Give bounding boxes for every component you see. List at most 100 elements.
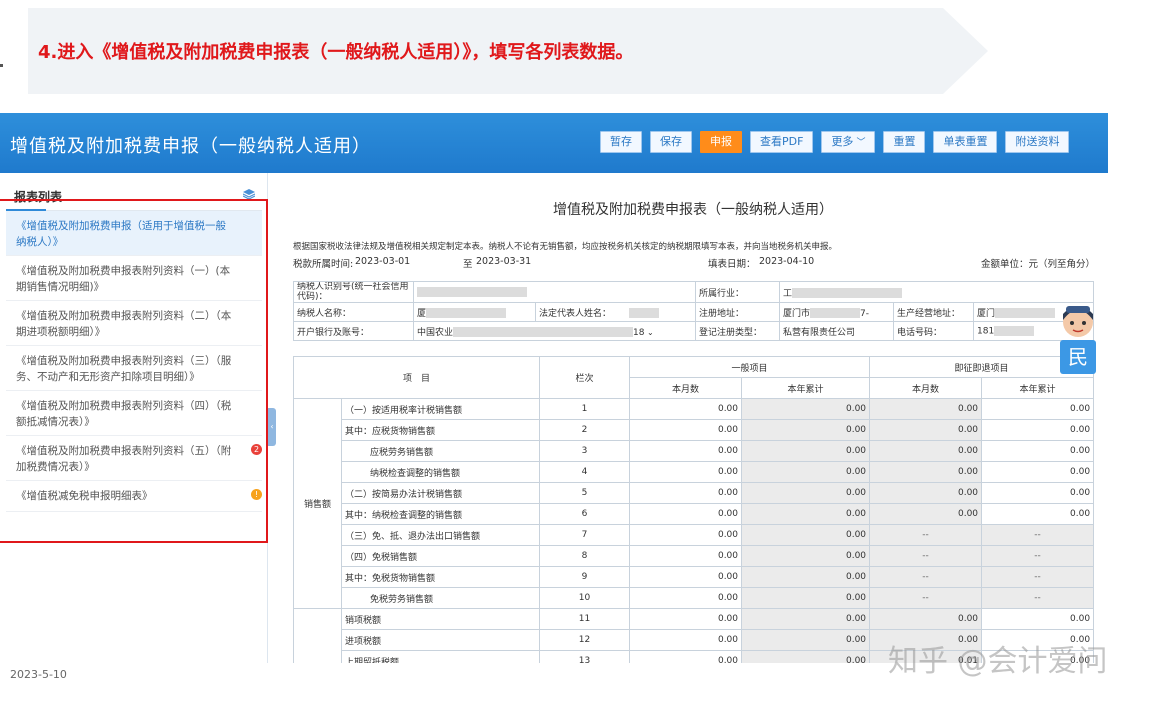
refund-month-cell[interactable]: 0.00 [869,461,983,483]
general-year-cell[interactable]: 0.00 [741,545,871,567]
taxpayer-id-field[interactable] [413,281,696,303]
form-notice: 根据国家税收法律法规及增值税相关规定制定本表。纳税人不论有无销售额，均应按税务机… [293,242,838,252]
general-month-cell[interactable]: 0.00 [629,419,743,441]
refund-year-cell[interactable]: 0.00 [981,398,1095,420]
period-end-value: 2023-03-31 [476,256,532,267]
general-month-cell[interactable]: 0.00 [629,503,743,525]
taxpayer-name-value: 厦 [417,308,427,319]
row-label: （三）免、抵、退办法出口销售额 [340,524,541,546]
period-row: 税款所属时间: 2023-03-01 至 2023-03-31 填表日期： 20… [293,256,1095,272]
refund-month-cell[interactable]: 0.00 [869,503,983,525]
row-line-number: 3 [539,440,631,462]
general-month-cell[interactable]: 0.00 [629,461,743,483]
row-line-number: 5 [539,482,631,504]
reg-type-value: 私营有限责任公司 [779,321,894,341]
attach-materials-button[interactable]: 附送资料 [1005,131,1070,153]
row-label: 上期留抵税额 [340,650,541,663]
reg-address-suffix: 7- [860,308,869,319]
general-year-cell[interactable]: 0.00 [741,650,871,663]
table-row: 其中：免税货物销售额 9 0.00 0.00 -- -- [294,566,1095,588]
row-line-number: 2 [539,419,631,441]
refund-month-cell[interactable]: 0.00 [869,440,983,462]
col-header-refund-month: 本月数 [869,377,983,399]
chevron-down-icon: ⌄ [644,327,654,337]
reg-type-label: 登记注册类型： [695,321,780,341]
general-month-cell[interactable]: 0.00 [629,587,743,609]
collapse-panel-handle[interactable]: ‹ [268,408,276,446]
assistant-button[interactable]: 民 [1060,340,1096,374]
biz-address-value: 厦门 [977,308,996,319]
refund-month-cell[interactable]: 0.00 [869,398,983,420]
chevron-left-icon: ‹ [270,422,274,431]
save-button[interactable]: 保存 [650,131,692,153]
industry-label: 所属行业： [695,281,780,303]
general-month-cell[interactable]: 0.00 [629,566,743,588]
row-label: 销项税额 [340,608,541,630]
industry-field[interactable]: 工 [778,281,1095,303]
col-header-line: 栏次 [539,356,631,399]
general-month-cell[interactable]: 0.00 [629,524,743,546]
general-year-cell[interactable]: 0.00 [741,398,871,420]
general-year-cell[interactable]: 0.00 [741,629,871,651]
refund-year-cell[interactable]: 0.00 [981,482,1095,504]
reg-address-label: 注册地址： [695,302,780,322]
refund-year-cell[interactable]: 0.00 [981,440,1095,462]
bank-account-label: 开户银行及账号： [293,321,414,341]
row-label: 应税劳务销售额 [340,440,541,462]
general-month-cell[interactable]: 0.00 [629,482,743,504]
general-year-cell[interactable]: 0.00 [741,524,871,546]
general-month-cell[interactable]: 0.00 [629,398,743,420]
general-year-cell[interactable]: 0.00 [741,440,871,462]
period-label: 税款所属时间: [293,259,354,270]
taxpayer-name-field[interactable]: 厦 [413,302,536,322]
general-month-cell[interactable]: 0.00 [629,545,743,567]
general-year-cell[interactable]: 0.00 [741,608,871,630]
general-year-cell[interactable]: 0.00 [741,482,871,504]
refund-month-cell[interactable]: 0.00 [869,608,983,630]
redacted-value [453,327,634,337]
bank-account-select[interactable]: 中国农业 18 ⌄ [413,321,696,341]
submit-button[interactable]: 申报 [700,131,742,153]
general-month-cell[interactable]: 0.00 [629,650,743,663]
general-year-cell[interactable]: 0.00 [741,419,871,441]
general-year-cell[interactable]: 0.00 [741,461,871,483]
single-table-reset-button[interactable]: 单表重置 [933,131,998,153]
table-row: 销项税额 11 0.00 0.00 0.00 0.00 [293,608,1095,663]
table-row: 应税劳务销售额 3 0.00 0.00 0.00 0.00 [294,440,1095,462]
refund-month-cell[interactable]: 0.00 [869,419,983,441]
table-row: （三）免、抵、退办法出口销售额 7 0.00 0.00 -- -- [294,524,1095,546]
reset-button[interactable]: 重置 [883,131,926,153]
table-row: （二）按简易办法计税销售额 5 0.00 0.00 0.00 0.00 [294,482,1095,504]
general-month-cell[interactable]: 0.00 [629,440,743,462]
general-year-cell[interactable]: 0.00 [741,587,871,609]
app-header: 增值税及附加税费申报（一般纳税人适用） 暂存 保存 申报 查看PDF 更多 ﹀ 重… [0,113,1108,173]
legal-rep-cell[interactable]: 法定代表人姓名： [535,302,696,322]
general-month-cell[interactable]: 0.00 [629,629,743,651]
view-pdf-button[interactable]: 查看PDF [750,131,814,153]
layers-icon[interactable] [243,189,255,199]
step-banner: 4.进入《增值税及附加税费申报表（一般纳税人适用）》，填写各列表数据。 [28,8,988,94]
refund-year-cell[interactable]: 0.00 [981,461,1095,483]
page: 4.进入《增值税及附加税费申报表（一般纳税人适用）》，填写各列表数据。 增值税及… [0,0,1171,703]
group-label-tax [293,608,342,663]
general-month-cell[interactable]: 0.00 [629,608,743,630]
legal-rep-label: 法定代表人姓名： [539,308,612,319]
assistant-widget[interactable]: 民 [1058,300,1098,380]
general-year-cell[interactable]: 0.00 [741,503,871,525]
form-title: 增值税及附加税费申报表（一般纳税人适用） [553,202,833,218]
refund-year-cell[interactable]: 0.00 [981,608,1095,630]
row-label: 免税劳务销售额 [340,587,541,609]
reg-address-value: 厦门市 [783,308,811,319]
table-row: （四）免税销售额 8 0.00 0.00 -- -- [294,545,1095,567]
temp-save-button[interactable]: 暂存 [600,131,642,153]
taxpayer-info-table: 纳税人识别号(统一社会信用代码)： 所属行业： 工 纳税人名称： 厦 法定代表人… [293,281,1095,341]
margin-mark [0,64,3,67]
row-line-number: 8 [539,545,631,567]
refund-year-cell: -- [981,545,1095,567]
general-year-cell[interactable]: 0.00 [741,566,871,588]
refund-month-cell[interactable]: 0.00 [869,482,983,504]
refund-year-cell[interactable]: 0.00 [981,419,1095,441]
more-dropdown-button[interactable]: 更多 ﹀ [821,131,876,153]
reg-address-field[interactable]: 厦门市 7- [779,302,894,322]
refund-year-cell[interactable]: 0.00 [981,503,1095,525]
